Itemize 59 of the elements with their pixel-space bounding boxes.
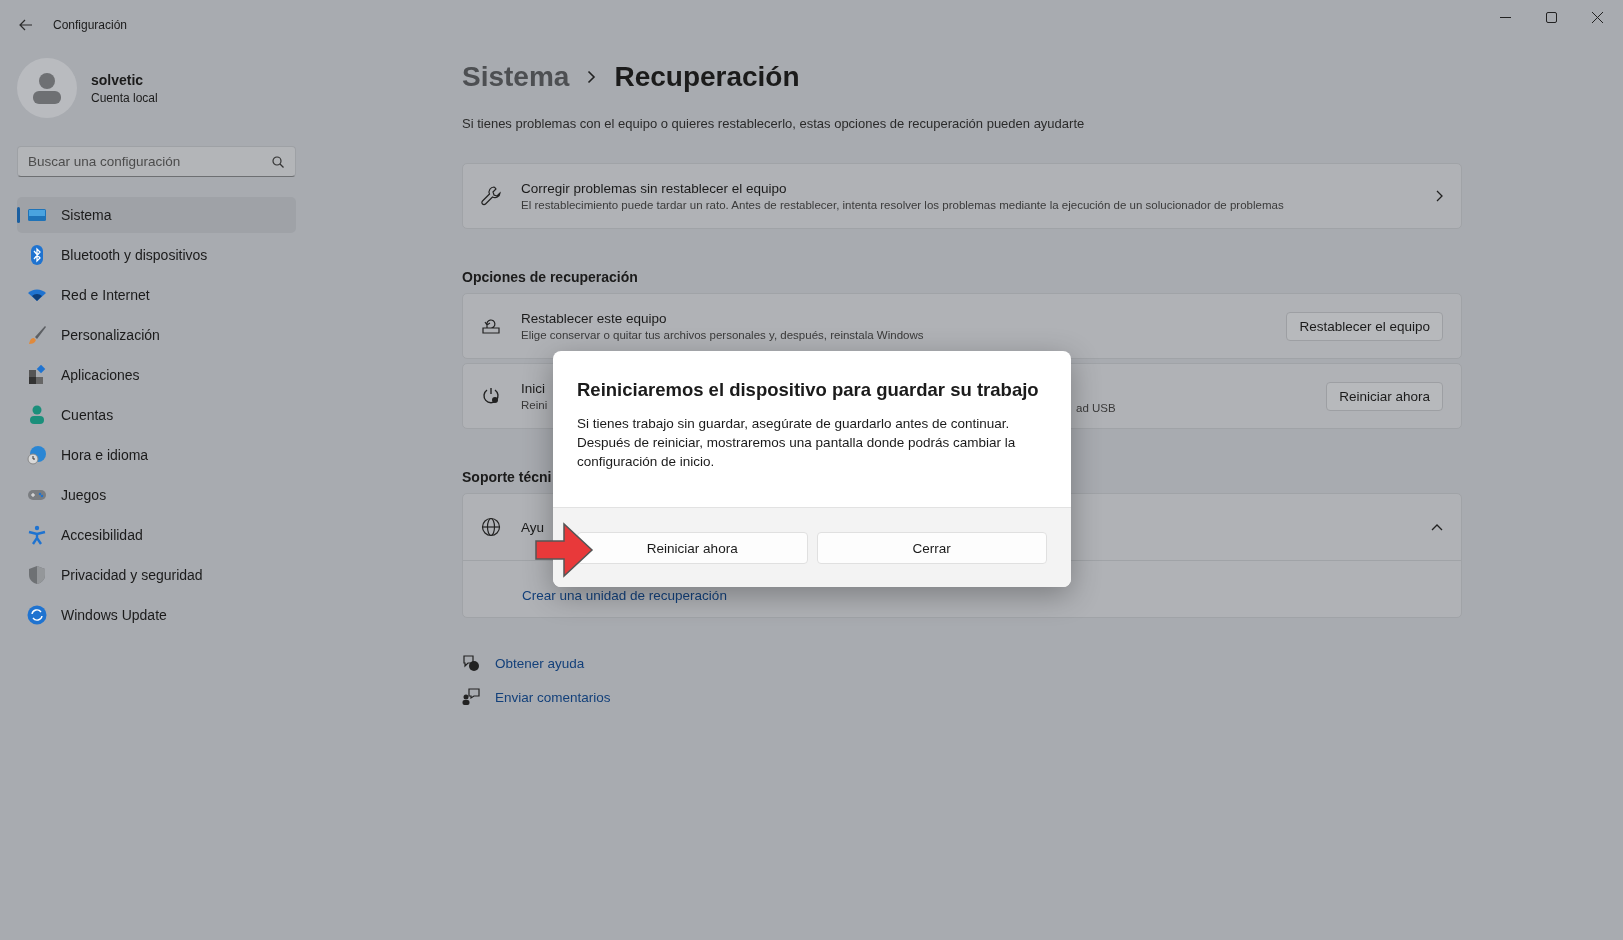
nav-item[interactable]: Juegos [17,477,296,513]
footer-link[interactable]: Obtener ayuda [495,655,585,671]
nav-item[interactable]: Cuentas [17,397,296,433]
nav-item[interactable]: Hora e idioma [17,437,296,473]
option-description: Elige conservar o quitar tus archivos personales y, después, reinstala Windows [521,329,924,341]
shield-icon [27,565,47,585]
search-field[interactable]: Buscar una configuración [17,146,296,177]
wrench-icon [481,186,501,206]
brush-icon [27,325,47,345]
recovery-drive-link[interactable]: Crear una unidad de recuperación [522,588,727,603]
globe-icon [27,445,47,465]
nav-item[interactable]: Windows Update [17,597,296,633]
nav-item[interactable]: Accesibilidad [17,517,296,553]
window-title: Configuración [53,18,128,32]
maximize-icon[interactable] [1546,11,1557,23]
avatar-icon [17,58,77,118]
card-title: Corregir problemas sin restablecer el equipo [521,181,787,196]
person-icon [27,405,47,425]
feedback-icon [462,688,480,706]
option-title: Restablecer este equipo [521,311,667,326]
chevron-up-icon[interactable] [1431,523,1443,531]
chevron-right-icon [1436,190,1443,202]
nav-item[interactable]: Personalización [17,317,296,353]
nav-item[interactable]: Privacidad y seguridad [17,557,296,593]
dialog-message: Si tienes trabajo sin guardar, asegúrate de guardarlo antes de continuar. Después de reiniciar, mostraremos una pantalla donde podrás cambiar la configuración de inicio. [577,415,1017,471]
chevron-right-icon [587,70,597,84]
dialog-title: Reiniciaremos el dispositivo para guardar su trabajo [577,379,1040,401]
option-description: ad USB [1076,402,1116,414]
troubleshoot-card[interactable]: Corregir problemas sin restablecer el equipo El restablecimiento puede tardar un rato. Antes de restablecer, intenta resolver los problemas mediante la ejecución de un solucionador de problemas [462,163,1462,229]
option-title: Inici [521,381,545,396]
option-button[interactable]: Restablecer el equipo [1286,311,1443,341]
search-icon [272,156,284,168]
page-title: Recuperación [614,61,800,93]
reset-pc-icon [481,316,501,336]
card-description: El restablecimiento puede tardar un rato. Antes de restablecer, intenta resolver los problemas mediante la ejecución de un solucionador de problemas [521,199,1284,211]
dialog-button[interactable]: Cerrar [816,532,1047,564]
nav-item[interactable]: Aplicaciones [17,357,296,393]
close-icon[interactable] [1592,11,1603,23]
apps-icon [27,365,47,385]
nav-item[interactable]: Sistema [17,197,296,233]
help-chat-icon [462,654,480,672]
section-heading: Soporte técni [462,469,552,485]
globe-icon [481,517,501,537]
nav-item[interactable]: Bluetooth y dispositivos [17,237,296,273]
dialog-button[interactable]: Reiniciar ahora [577,532,808,564]
account-type: Cuenta local [91,90,158,105]
update-icon [27,605,47,625]
section-heading: Opciones de recuperación [462,269,638,285]
page-description: Si tienes problemas con el equipo o quieres restablecerlo, estas opciones de recuperación pueden ayudarte [462,116,1086,131]
access-icon [27,525,47,545]
card-title: Ayu [521,519,545,535]
footer-link[interactable]: Enviar comentarios [495,689,611,705]
user-name: solvetic [91,71,145,88]
breadcrumb-link[interactable]: Sistema [462,61,570,93]
option-button[interactable]: Reiniciar ahora [1326,381,1443,411]
back-arrow-icon[interactable] [19,19,33,31]
power-gear-icon [481,386,501,406]
option-description: Reini [521,399,548,411]
nav-item[interactable]: Red e Internet [17,277,296,313]
